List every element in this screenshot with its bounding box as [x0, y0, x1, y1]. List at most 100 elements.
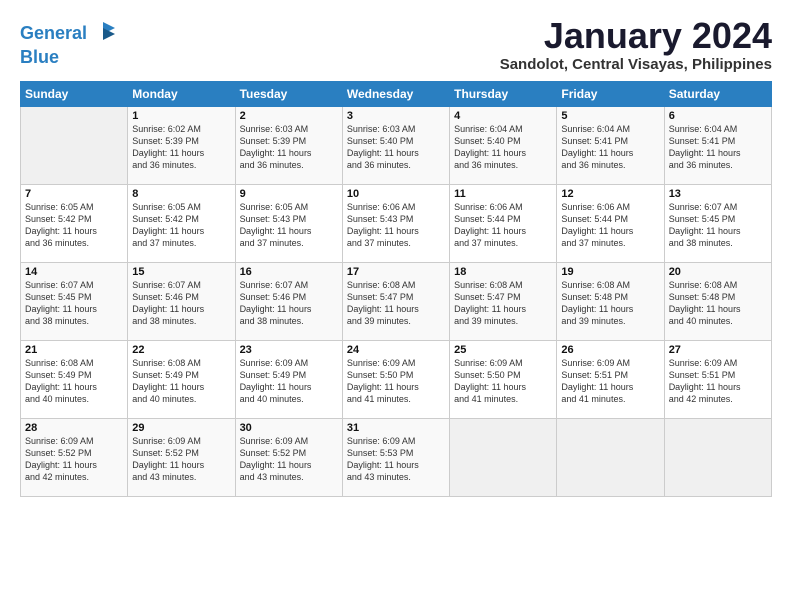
calendar-cell: 13Sunrise: 6:07 AM Sunset: 5:45 PM Dayli…	[664, 184, 771, 262]
day-info: Sunrise: 6:04 AM Sunset: 5:41 PM Dayligh…	[669, 123, 767, 172]
weekday-header-thursday: Thursday	[450, 81, 557, 106]
calendar-cell: 9Sunrise: 6:05 AM Sunset: 5:43 PM Daylig…	[235, 184, 342, 262]
day-info: Sunrise: 6:08 AM Sunset: 5:48 PM Dayligh…	[669, 279, 767, 328]
day-info: Sunrise: 6:09 AM Sunset: 5:52 PM Dayligh…	[25, 435, 123, 484]
day-info: Sunrise: 6:06 AM Sunset: 5:44 PM Dayligh…	[454, 201, 552, 250]
day-number: 15	[132, 266, 230, 278]
calendar-title: January 2024	[500, 16, 772, 56]
day-number: 28	[25, 422, 123, 434]
day-number: 1	[132, 110, 230, 122]
day-number: 24	[347, 344, 445, 356]
calendar-cell: 4Sunrise: 6:04 AM Sunset: 5:40 PM Daylig…	[450, 106, 557, 184]
calendar-cell: 31Sunrise: 6:09 AM Sunset: 5:53 PM Dayli…	[342, 418, 449, 496]
day-number: 10	[347, 188, 445, 200]
day-number: 6	[669, 110, 767, 122]
day-number: 5	[561, 110, 659, 122]
title-block: January 2024 Sandolot, Central Visayas, …	[500, 16, 772, 73]
calendar-body: 1Sunrise: 6:02 AM Sunset: 5:39 PM Daylig…	[21, 106, 772, 496]
calendar-cell: 23Sunrise: 6:09 AM Sunset: 5:49 PM Dayli…	[235, 340, 342, 418]
day-number: 17	[347, 266, 445, 278]
day-number: 18	[454, 266, 552, 278]
day-number: 20	[669, 266, 767, 278]
day-info: Sunrise: 6:04 AM Sunset: 5:40 PM Dayligh…	[454, 123, 552, 172]
logo-icon	[89, 20, 117, 48]
day-number: 26	[561, 344, 659, 356]
calendar-cell: 6Sunrise: 6:04 AM Sunset: 5:41 PM Daylig…	[664, 106, 771, 184]
day-info: Sunrise: 6:09 AM Sunset: 5:52 PM Dayligh…	[132, 435, 230, 484]
weekday-header-sunday: Sunday	[21, 81, 128, 106]
header: General Blue January 2024 Sandolot, Cent…	[20, 16, 772, 73]
calendar-cell: 27Sunrise: 6:09 AM Sunset: 5:51 PM Dayli…	[664, 340, 771, 418]
calendar-cell: 11Sunrise: 6:06 AM Sunset: 5:44 PM Dayli…	[450, 184, 557, 262]
day-info: Sunrise: 6:08 AM Sunset: 5:49 PM Dayligh…	[132, 357, 230, 406]
calendar-header: SundayMondayTuesdayWednesdayThursdayFrid…	[21, 81, 772, 106]
header-row: SundayMondayTuesdayWednesdayThursdayFrid…	[21, 81, 772, 106]
day-info: Sunrise: 6:09 AM Sunset: 5:51 PM Dayligh…	[669, 357, 767, 406]
day-info: Sunrise: 6:09 AM Sunset: 5:49 PM Dayligh…	[240, 357, 338, 406]
calendar-cell: 30Sunrise: 6:09 AM Sunset: 5:52 PM Dayli…	[235, 418, 342, 496]
day-info: Sunrise: 6:07 AM Sunset: 5:46 PM Dayligh…	[240, 279, 338, 328]
calendar-cell	[664, 418, 771, 496]
calendar-cell: 22Sunrise: 6:08 AM Sunset: 5:49 PM Dayli…	[128, 340, 235, 418]
weekday-header-friday: Friday	[557, 81, 664, 106]
day-info: Sunrise: 6:08 AM Sunset: 5:47 PM Dayligh…	[347, 279, 445, 328]
day-info: Sunrise: 6:05 AM Sunset: 5:42 PM Dayligh…	[25, 201, 123, 250]
calendar-week-3: 14Sunrise: 6:07 AM Sunset: 5:45 PM Dayli…	[21, 262, 772, 340]
day-number: 16	[240, 266, 338, 278]
day-number: 7	[25, 188, 123, 200]
day-number: 21	[25, 344, 123, 356]
calendar-cell	[450, 418, 557, 496]
day-info: Sunrise: 6:09 AM Sunset: 5:50 PM Dayligh…	[347, 357, 445, 406]
day-number: 23	[240, 344, 338, 356]
calendar-cell: 1Sunrise: 6:02 AM Sunset: 5:39 PM Daylig…	[128, 106, 235, 184]
calendar-cell: 10Sunrise: 6:06 AM Sunset: 5:43 PM Dayli…	[342, 184, 449, 262]
day-info: Sunrise: 6:09 AM Sunset: 5:50 PM Dayligh…	[454, 357, 552, 406]
day-info: Sunrise: 6:04 AM Sunset: 5:41 PM Dayligh…	[561, 123, 659, 172]
day-info: Sunrise: 6:03 AM Sunset: 5:39 PM Dayligh…	[240, 123, 338, 172]
day-info: Sunrise: 6:08 AM Sunset: 5:48 PM Dayligh…	[561, 279, 659, 328]
day-number: 14	[25, 266, 123, 278]
logo-blue-text: Blue	[20, 48, 117, 68]
calendar-cell: 25Sunrise: 6:09 AM Sunset: 5:50 PM Dayli…	[450, 340, 557, 418]
day-number: 22	[132, 344, 230, 356]
day-info: Sunrise: 6:09 AM Sunset: 5:53 PM Dayligh…	[347, 435, 445, 484]
calendar-week-5: 28Sunrise: 6:09 AM Sunset: 5:52 PM Dayli…	[21, 418, 772, 496]
calendar-week-4: 21Sunrise: 6:08 AM Sunset: 5:49 PM Dayli…	[21, 340, 772, 418]
calendar-cell: 28Sunrise: 6:09 AM Sunset: 5:52 PM Dayli…	[21, 418, 128, 496]
calendar-cell: 24Sunrise: 6:09 AM Sunset: 5:50 PM Dayli…	[342, 340, 449, 418]
day-info: Sunrise: 6:03 AM Sunset: 5:40 PM Dayligh…	[347, 123, 445, 172]
day-number: 27	[669, 344, 767, 356]
calendar-cell: 20Sunrise: 6:08 AM Sunset: 5:48 PM Dayli…	[664, 262, 771, 340]
calendar-cell: 17Sunrise: 6:08 AM Sunset: 5:47 PM Dayli…	[342, 262, 449, 340]
day-info: Sunrise: 6:07 AM Sunset: 5:45 PM Dayligh…	[669, 201, 767, 250]
calendar-cell: 8Sunrise: 6:05 AM Sunset: 5:42 PM Daylig…	[128, 184, 235, 262]
day-number: 9	[240, 188, 338, 200]
calendar-table: SundayMondayTuesdayWednesdayThursdayFrid…	[20, 81, 772, 497]
day-info: Sunrise: 6:06 AM Sunset: 5:44 PM Dayligh…	[561, 201, 659, 250]
calendar-cell: 18Sunrise: 6:08 AM Sunset: 5:47 PM Dayli…	[450, 262, 557, 340]
calendar-cell: 15Sunrise: 6:07 AM Sunset: 5:46 PM Dayli…	[128, 262, 235, 340]
logo: General Blue	[20, 20, 117, 68]
day-number: 30	[240, 422, 338, 434]
day-number: 11	[454, 188, 552, 200]
day-info: Sunrise: 6:07 AM Sunset: 5:46 PM Dayligh…	[132, 279, 230, 328]
day-info: Sunrise: 6:05 AM Sunset: 5:42 PM Dayligh…	[132, 201, 230, 250]
day-number: 25	[454, 344, 552, 356]
day-number: 31	[347, 422, 445, 434]
page: General Blue January 2024 Sandolot, Cent…	[0, 0, 792, 507]
day-info: Sunrise: 6:05 AM Sunset: 5:43 PM Dayligh…	[240, 201, 338, 250]
calendar-cell: 7Sunrise: 6:05 AM Sunset: 5:42 PM Daylig…	[21, 184, 128, 262]
day-number: 2	[240, 110, 338, 122]
day-info: Sunrise: 6:09 AM Sunset: 5:51 PM Dayligh…	[561, 357, 659, 406]
calendar-cell: 16Sunrise: 6:07 AM Sunset: 5:46 PM Dayli…	[235, 262, 342, 340]
day-number: 29	[132, 422, 230, 434]
weekday-header-wednesday: Wednesday	[342, 81, 449, 106]
calendar-cell: 29Sunrise: 6:09 AM Sunset: 5:52 PM Dayli…	[128, 418, 235, 496]
calendar-subtitle: Sandolot, Central Visayas, Philippines	[500, 56, 772, 73]
day-info: Sunrise: 6:06 AM Sunset: 5:43 PM Dayligh…	[347, 201, 445, 250]
day-number: 3	[347, 110, 445, 122]
day-info: Sunrise: 6:08 AM Sunset: 5:49 PM Dayligh…	[25, 357, 123, 406]
calendar-week-1: 1Sunrise: 6:02 AM Sunset: 5:39 PM Daylig…	[21, 106, 772, 184]
calendar-cell: 12Sunrise: 6:06 AM Sunset: 5:44 PM Dayli…	[557, 184, 664, 262]
calendar-cell: 3Sunrise: 6:03 AM Sunset: 5:40 PM Daylig…	[342, 106, 449, 184]
